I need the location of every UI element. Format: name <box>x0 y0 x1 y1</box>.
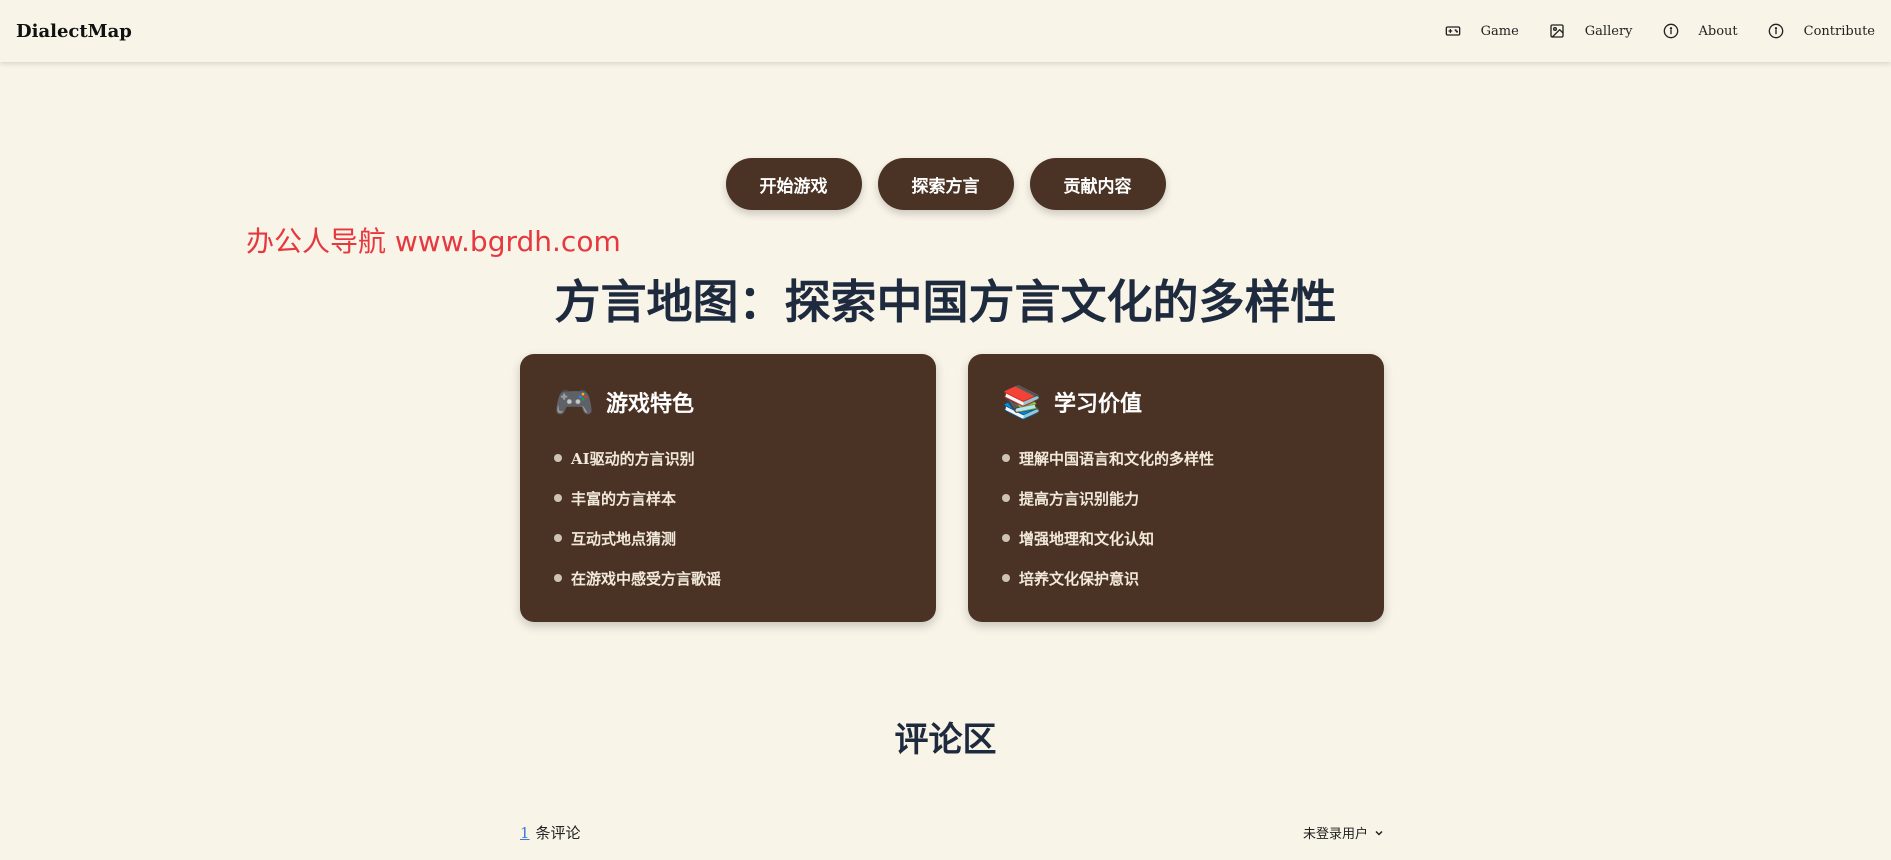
info-icon <box>1768 23 1783 39</box>
list-item: 在游戏中感受方言歌谣 <box>554 558 902 598</box>
features-card-title: 游戏特色 <box>606 391 695 417</box>
contribute-content-button[interactable]: 贡献内容 <box>1029 158 1166 210</box>
nav-link-contribute[interactable]: Contribute <box>1768 23 1875 39</box>
learning-value-list: 理解中国语言和文化的多样性 提高方言识别能力 增强地理和文化认知 培养文化保护意… <box>1002 438 1350 598</box>
comment-count-number[interactable]: 1 <box>520 824 530 842</box>
bullet-icon <box>554 454 562 462</box>
image-icon <box>1550 24 1564 38</box>
bullet-icon <box>554 574 562 582</box>
comments-toolbar: 1 条评论 未登录用户 <box>520 822 1384 843</box>
bullet-icon <box>554 534 562 542</box>
info-icon <box>1663 23 1678 39</box>
nav-link-about[interactable]: About <box>1663 23 1738 39</box>
bullet-icon <box>554 494 562 502</box>
features-list: AI驱动的方言识别 丰富的方言样本 互动式地点猜测 在游戏中感受方言歌谣 <box>554 438 902 598</box>
watermark-text: 办公人导航 www.bgrdh.com <box>246 225 621 258</box>
nav-label-contribute: Contribute <box>1803 23 1875 39</box>
list-item: 提高方言识别能力 <box>1002 478 1350 518</box>
learning-value-card: 📚 学习价值 理解中国语言和文化的多样性 提高方言识别能力 增强地理和文化认知 … <box>968 354 1384 622</box>
chevron-down-icon <box>1375 830 1383 836</box>
bullet-icon <box>1002 534 1010 542</box>
list-item-text: 增强地理和文化认知 <box>1019 529 1155 548</box>
user-login-dropdown[interactable]: 未登录用户 <box>1303 823 1384 842</box>
features-card: 🎮 游戏特色 AI驱动的方言识别 丰富的方言样本 互动式地点猜测 在游戏中感受方… <box>520 354 936 622</box>
gamepad-icon <box>1445 26 1460 36</box>
books-icon: 📚 <box>1002 383 1042 421</box>
user-login-label: 未登录用户 <box>1302 827 1368 842</box>
list-item: 丰富的方言样本 <box>554 478 902 518</box>
list-item: AI驱动的方言识别 <box>554 438 902 478</box>
list-item: 互动式地点猜测 <box>554 518 902 558</box>
list-item-text: 丰富的方言样本 <box>571 489 677 508</box>
comments-section-title: 评论区 <box>894 720 997 760</box>
explore-dialects-button[interactable]: 探索方言 <box>877 158 1014 210</box>
bullet-icon <box>1002 494 1010 502</box>
learning-value-card-header: 📚 学习价值 <box>1002 386 1350 418</box>
list-item-text: 理解中国语言和文化的多样性 <box>1019 449 1215 468</box>
list-item-text: 在游戏中感受方言歌谣 <box>571 569 722 588</box>
list-item-text: AI驱动的方言识别 <box>571 449 695 468</box>
list-item: 培养文化保护意识 <box>1002 558 1350 598</box>
bullet-icon <box>1002 574 1010 582</box>
hero-actions: 开始游戏 探索方言 贡献内容 <box>0 158 1891 210</box>
gamepad-icon: 🎮 <box>554 383 594 421</box>
list-item: 增强地理和文化认知 <box>1002 518 1350 558</box>
list-item: 理解中国语言和文化的多样性 <box>1002 438 1350 478</box>
nav-links: Game Gallery About Contribute <box>1415 0 1875 62</box>
nav-link-gallery[interactable]: Gallery <box>1549 23 1633 39</box>
bullet-icon <box>1002 454 1010 462</box>
start-game-button[interactable]: 开始游戏 <box>725 158 862 210</box>
learning-value-card-title: 学习价值 <box>1054 391 1143 417</box>
list-item-text: 互动式地点猜测 <box>571 529 677 548</box>
nav-label-game: Game <box>1480 23 1519 39</box>
nav-link-game[interactable]: Game <box>1445 23 1519 39</box>
nav-label-about: About <box>1698 23 1738 39</box>
comment-count: 1 条评论 <box>520 822 581 843</box>
features-card-header: 🎮 游戏特色 <box>554 386 902 418</box>
top-navbar: DialectMap Game Gallery About Contribute <box>0 0 1891 62</box>
nav-label-gallery: Gallery <box>1584 23 1633 39</box>
brand-logo[interactable]: DialectMap <box>16 21 132 42</box>
list-item-text: 提高方言识别能力 <box>1019 489 1140 508</box>
comment-count-label: 条评论 <box>535 824 581 842</box>
page-title: 方言地图：探索中国方言文化的多样性 <box>554 275 1337 329</box>
list-item-text: 培养文化保护意识 <box>1019 569 1140 588</box>
